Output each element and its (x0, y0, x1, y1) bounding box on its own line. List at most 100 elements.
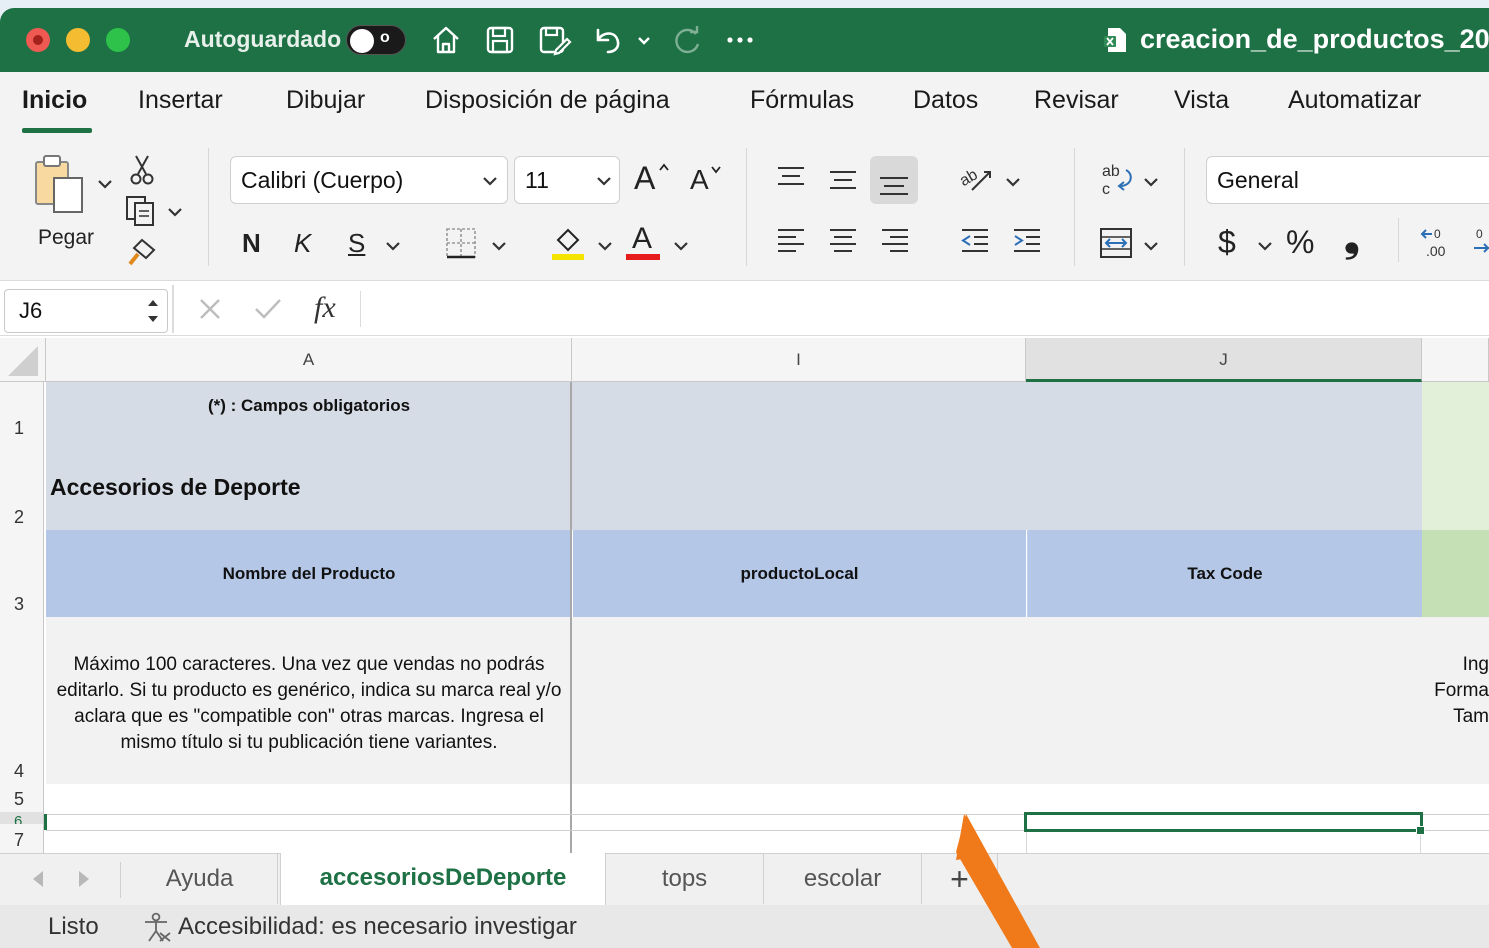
confirm-entry-icon[interactable] (252, 295, 284, 323)
undo-dropdown-chevron-icon[interactable] (632, 22, 656, 58)
row-header-2[interactable]: 2 (0, 441, 44, 530)
selected-cell-j6[interactable] (1024, 812, 1423, 832)
tab-formulas[interactable]: Fórmulas (750, 86, 854, 115)
copy-icon[interactable] (124, 194, 160, 228)
tab-dibujar[interactable]: Dibujar (286, 86, 365, 115)
increase-indent-icon[interactable] (1010, 226, 1044, 256)
merge-dropdown-chevron-icon[interactable] (1142, 236, 1160, 256)
home-icon[interactable] (428, 22, 464, 58)
minimize-window-button[interactable] (66, 28, 90, 52)
save-icon[interactable] (482, 22, 518, 58)
fill-color-icon[interactable] (550, 224, 586, 262)
decrease-font-size-button[interactable]: A (690, 164, 730, 204)
underline-dropdown-chevron-icon[interactable] (384, 236, 402, 256)
align-bottom-icon[interactable] (870, 156, 918, 204)
insert-function-button[interactable]: fx (314, 291, 336, 325)
font-size-select[interactable]: 11 (514, 156, 620, 204)
tab-disposicion-de-pagina[interactable]: Disposición de página (425, 86, 670, 115)
tab-insertar[interactable]: Insertar (138, 86, 223, 115)
borders-dropdown-chevron-icon[interactable] (490, 236, 508, 256)
row-header-3[interactable]: 3 (0, 530, 44, 617)
caret-down-icon (711, 166, 721, 174)
format-painter-icon[interactable] (124, 236, 160, 270)
align-center-icon[interactable] (826, 226, 860, 256)
underline-button[interactable]: S (348, 228, 365, 259)
close-window-button[interactable] (26, 28, 50, 52)
save-as-icon[interactable] (536, 22, 572, 58)
increase-font-size-button[interactable]: A (634, 160, 674, 200)
column-header-a[interactable]: A (46, 338, 572, 382)
fill-color-dropdown-chevron-icon[interactable] (596, 236, 614, 256)
sheet-tab-ayuda[interactable]: Ayuda (122, 854, 278, 904)
borders-icon[interactable] (444, 226, 478, 260)
cell-i3[interactable]: productoLocal (573, 530, 1026, 617)
redo-icon[interactable] (668, 22, 704, 58)
undo-icon[interactable] (590, 22, 626, 58)
wrap-text-dropdown-chevron-icon[interactable] (1142, 172, 1160, 192)
shrink-glyph: A (690, 164, 709, 195)
paste-dropdown-chevron-icon[interactable] (96, 174, 114, 194)
select-all-corner[interactable] (0, 338, 46, 382)
wrap-text-icon[interactable]: ab c (1098, 160, 1136, 198)
zoom-window-button[interactable] (106, 28, 130, 52)
currency-dropdown-chevron-icon[interactable] (1256, 236, 1274, 256)
cut-icon[interactable] (128, 152, 156, 186)
sheet-tab-accesorios-de-deporte[interactable]: accesoriosDeDeporte (280, 853, 606, 905)
row-header-6[interactable]: 6 (0, 812, 44, 824)
cancel-entry-icon[interactable] (196, 295, 224, 323)
percent-format-button[interactable]: % (1286, 224, 1314, 261)
sheet-tab-tops[interactable]: tops (606, 854, 764, 904)
increase-decimal-icon[interactable]: 0.00 (1418, 224, 1458, 262)
column-header-i[interactable]: I (572, 338, 1026, 382)
orientation-dropdown-chevron-icon[interactable] (1004, 172, 1022, 192)
tab-datos[interactable]: Datos (913, 86, 978, 115)
paste-icon[interactable] (30, 148, 100, 218)
scroll-tabs-right-icon[interactable] (74, 868, 94, 890)
cell-k4[interactable]: Ing Forma Tam (1422, 652, 1489, 742)
tab-vista[interactable]: Vista (1174, 86, 1229, 115)
italic-button[interactable]: K (294, 228, 311, 259)
more-options-icon[interactable] (722, 22, 758, 58)
ribbon-separator (1184, 148, 1185, 266)
cell-j3[interactable]: Tax Code (1027, 530, 1422, 617)
align-left-icon[interactable] (774, 226, 808, 256)
bold-button[interactable]: N (242, 228, 261, 259)
accessibility-status[interactable]: Accesibilidad: es necesario investigar (178, 913, 577, 941)
currency-format-button[interactable]: $ (1218, 224, 1236, 261)
align-middle-icon[interactable] (826, 166, 860, 196)
decrease-decimal-icon[interactable]: 0 (1470, 224, 1489, 262)
svg-text:.00: .00 (1426, 243, 1446, 259)
merge-center-icon[interactable] (1098, 226, 1134, 260)
scroll-tabs-left-icon[interactable] (28, 868, 48, 890)
column-header-k[interactable] (1422, 338, 1489, 382)
font-color-dropdown-chevron-icon[interactable] (672, 236, 690, 256)
cell-a4[interactable]: Máximo 100 caracteres. Una vez que venda… (48, 652, 570, 762)
decrease-indent-icon[interactable] (958, 226, 992, 256)
align-right-icon[interactable] (878, 226, 912, 256)
row-header-5[interactable]: 5 (0, 784, 44, 812)
row-header-4[interactable]: 4 (0, 617, 44, 784)
font-family-select[interactable]: Calibri (Cuerpo) (230, 156, 508, 204)
accessibility-icon[interactable] (140, 911, 172, 943)
tab-automatizar[interactable]: Automatizar (1288, 86, 1421, 115)
column-header-j[interactable]: J (1026, 338, 1422, 382)
fill-handle[interactable] (1416, 826, 1425, 835)
tab-revisar[interactable]: Revisar (1034, 86, 1119, 115)
cell-a1[interactable]: (*) : Campos obligatorios (46, 396, 572, 426)
name-box[interactable]: J6 (4, 289, 168, 333)
autosave-toggle[interactable]: o (346, 25, 406, 55)
sheet-tab-escolar[interactable]: escolar (764, 854, 922, 904)
align-top-icon[interactable] (774, 162, 808, 192)
row-header-7[interactable]: 7 (0, 824, 44, 853)
number-format-select[interactable]: General (1206, 156, 1489, 204)
cell-a3[interactable]: Nombre del Producto (46, 530, 572, 617)
orientation-icon[interactable]: ab (958, 160, 994, 196)
row-header-1[interactable]: 1 (0, 382, 44, 441)
cell-k3[interactable] (1422, 530, 1489, 617)
paste-label[interactable]: Pegar (38, 226, 94, 250)
comma-style-button[interactable]: ❟ (1344, 216, 1360, 261)
cell-a2[interactable]: Accesorios de Deporte (50, 474, 570, 508)
font-color-button[interactable]: A (626, 222, 662, 262)
tab-inicio[interactable]: Inicio (22, 86, 87, 115)
copy-dropdown-chevron-icon[interactable] (166, 202, 184, 222)
